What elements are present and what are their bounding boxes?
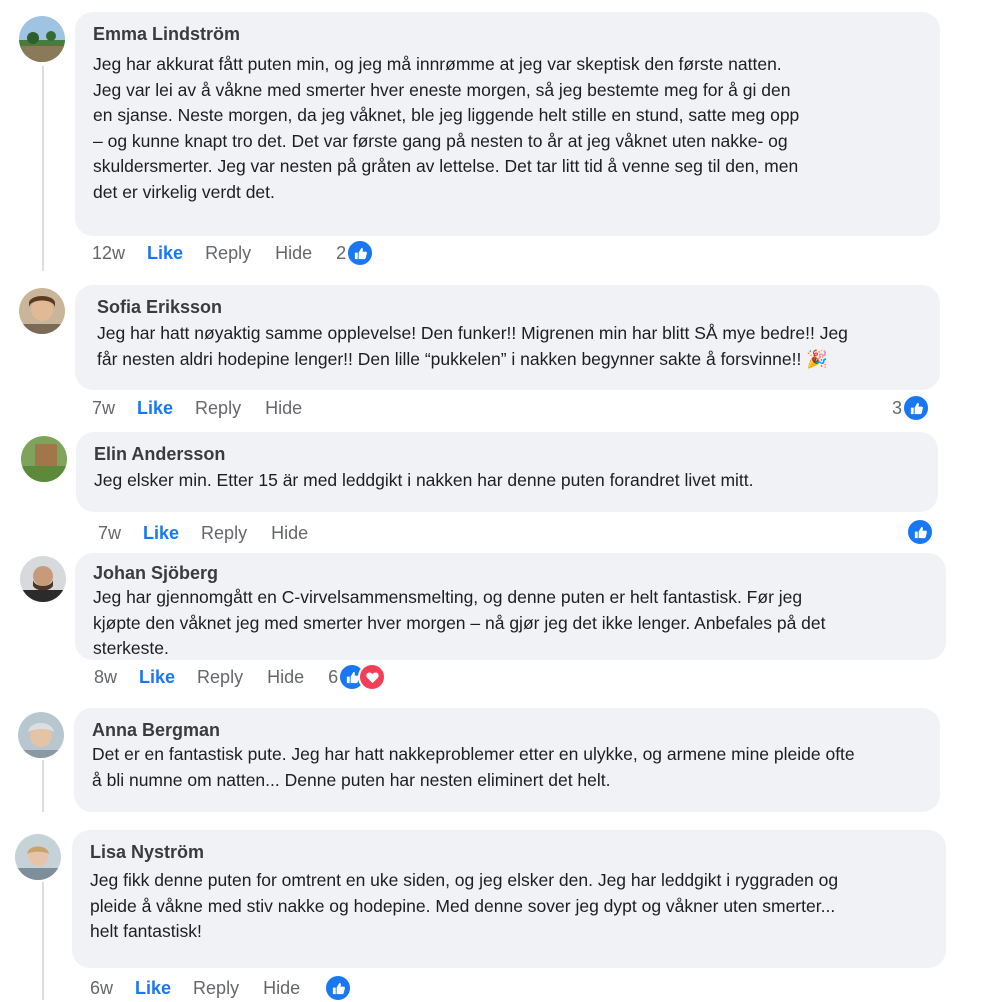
avatar[interactable]: [20, 556, 66, 602]
comment-time[interactable]: 8w: [94, 667, 117, 688]
comment-actions: 6w Like Reply Hide: [90, 974, 353, 1002]
avatar[interactable]: [19, 16, 65, 62]
comment-text: Jeg fikk denne puten for omtrent en uke …: [90, 870, 839, 941]
avatar[interactable]: [21, 436, 67, 482]
comment-time[interactable]: 6w: [90, 978, 113, 999]
reaction-count: 2: [336, 242, 347, 263]
thumbs-up-icon: [346, 239, 375, 267]
avatar[interactable]: [18, 712, 64, 758]
comment-time[interactable]: 7w: [98, 523, 121, 544]
reaction-summary[interactable]: 2: [336, 239, 375, 267]
comment-author[interactable]: Johan Sjöberg: [93, 561, 930, 585]
comment-text: Det er en fantastisk pute. Jeg har hatt …: [92, 744, 855, 790]
avatar[interactable]: [15, 834, 61, 880]
reply-button[interactable]: Reply: [197, 667, 243, 688]
hide-button[interactable]: Hide: [267, 667, 304, 688]
heart-icon: [358, 663, 387, 691]
comment-author[interactable]: Sofia Eriksson: [97, 295, 924, 319]
reaction-count: 6: [328, 666, 339, 687]
comment-author[interactable]: Emma Lindström: [93, 22, 924, 46]
hide-button[interactable]: Hide: [265, 398, 302, 419]
like-button[interactable]: Like: [139, 667, 175, 688]
thread-line: [42, 760, 44, 812]
comment-actions: 7w Like Reply Hide: [98, 520, 332, 546]
comment-text: Jeg har hatt nøyaktig samme opplevelse! …: [97, 323, 848, 369]
thumbs-up-icon: [906, 518, 934, 546]
hide-button[interactable]: Hide: [263, 978, 300, 999]
comment-bubble: Johan Sjöberg Jeg har gjennomgått en C-v…: [75, 553, 946, 660]
hide-button[interactable]: Hide: [271, 523, 308, 544]
like-button[interactable]: Like: [143, 523, 179, 544]
comment-text: Jeg har gjennomgått en C-virvelsammensme…: [93, 587, 826, 658]
reply-button[interactable]: Reply: [205, 243, 251, 264]
thumbs-up-icon: [902, 394, 931, 422]
comment-bubble: Lisa Nyström Jeg fikk denne puten for om…: [72, 830, 946, 968]
comment-author[interactable]: Anna Bergman: [92, 718, 924, 742]
comment-bubble: Anna Bergman Det er en fantastisk pute. …: [74, 708, 940, 812]
like-button[interactable]: Like: [147, 243, 183, 264]
comment-time[interactable]: 12w: [92, 243, 125, 264]
hide-button[interactable]: Hide: [275, 243, 312, 264]
comment-bubble: Elin Andersson Jeg elsker min. Etter 15 …: [76, 432, 938, 512]
comment-actions: 12w Like Reply Hide 2: [92, 239, 375, 267]
comment-text: Jeg elsker min. Etter 15 är med leddgikt…: [94, 470, 754, 490]
reply-button[interactable]: Reply: [195, 398, 241, 419]
reply-button[interactable]: Reply: [201, 523, 247, 544]
comment-bubble: Sofia Eriksson Jeg har hatt nøyaktig sam…: [75, 285, 940, 390]
comment-time[interactable]: 7w: [92, 398, 115, 419]
reaction-count: 3: [892, 397, 903, 418]
comment-actions: 7w Like Reply Hide: [92, 395, 326, 421]
comment-bubble: Emma Lindström Jeg har akkurat fått pute…: [75, 12, 940, 236]
reaction-summary[interactable]: 6: [328, 663, 387, 691]
thread-line: [42, 882, 44, 1000]
comment-actions: 8w Like Reply Hide 6: [94, 663, 387, 691]
comment-author[interactable]: Elin Andersson: [94, 442, 922, 466]
reaction-summary[interactable]: [906, 518, 934, 546]
reply-button[interactable]: Reply: [193, 978, 239, 999]
thread-line: [42, 66, 44, 271]
comment-text: Jeg har akkurat fått puten min, og jeg m…: [93, 54, 800, 202]
avatar[interactable]: [19, 288, 65, 334]
like-button[interactable]: Like: [135, 978, 171, 999]
like-button[interactable]: Like: [137, 398, 173, 419]
comment-author[interactable]: Lisa Nyström: [90, 840, 930, 864]
reaction-summary[interactable]: 3: [892, 394, 931, 422]
thumbs-up-icon[interactable]: [324, 974, 353, 1002]
